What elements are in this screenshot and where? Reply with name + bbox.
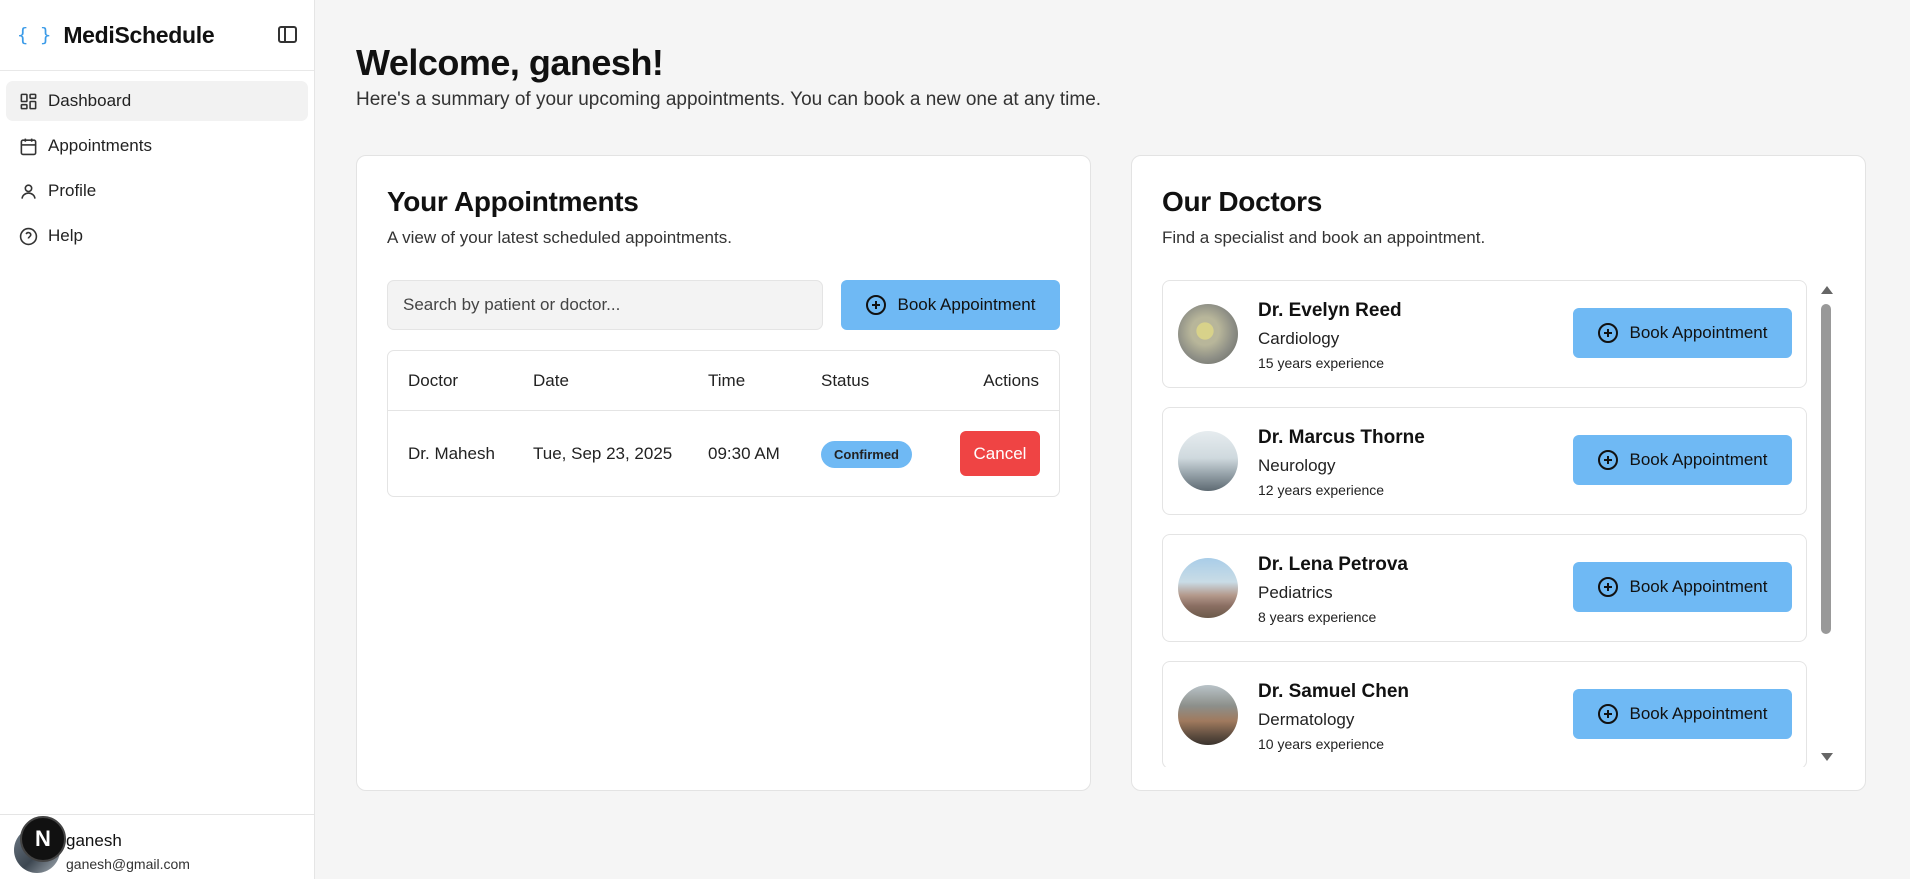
- doctor-avatar: [1178, 558, 1238, 618]
- cell-time: 09:30 AM: [708, 444, 780, 463]
- brand-header: { } MediSchedule: [0, 0, 314, 71]
- doctor-avatar: [1178, 304, 1238, 364]
- scroll-up-arrow-icon[interactable]: [1821, 286, 1833, 294]
- appointments-subtitle: A view of your latest scheduled appointm…: [387, 228, 732, 247]
- column-header-doctor: Doctor: [408, 371, 459, 390]
- table-header: Doctor Date Time Status Actions: [388, 351, 1059, 411]
- doctor-avatar: [1178, 431, 1238, 491]
- book-appointment-label: Book Appointment: [1629, 577, 1768, 596]
- sidebar-toggle-icon[interactable]: [278, 26, 297, 43]
- book-appointment-label: Book Appointment: [897, 295, 1036, 314]
- book-appointment-button[interactable]: Book Appointment: [1573, 435, 1792, 485]
- brand-logo-icon: { }: [17, 24, 52, 46]
- user-profile[interactable]: N ganesh ganesh@gmail.com: [0, 814, 314, 879]
- calendar-icon: [18, 136, 38, 156]
- doctors-title: Our Doctors: [1162, 186, 1323, 217]
- plus-circle-icon: [1597, 323, 1618, 343]
- doctors-scrollbar[interactable]: [1819, 280, 1833, 767]
- doctor-card-samuel-chen: Dr. Samuel Chen Dermatology 10 years exp…: [1162, 661, 1807, 767]
- book-appointment-label: Book Appointment: [1629, 704, 1768, 723]
- doctor-card-lena-petrova: Dr. Lena Petrova Pediatrics 8 years expe…: [1162, 534, 1807, 642]
- user-name: ganesh: [66, 831, 122, 850]
- doctors-list: Dr. Evelyn Reed Cardiology 15 years expe…: [1162, 280, 1807, 767]
- doctors-subtitle: Find a specialist and book an appointmen…: [1162, 228, 1486, 247]
- doctor-avatar: [1178, 685, 1238, 745]
- user-icon: [18, 181, 38, 201]
- user-initial-badge: N: [20, 816, 66, 862]
- plus-circle-icon: [1597, 704, 1618, 724]
- sidebar-item-appointments[interactable]: Appointments: [6, 126, 308, 166]
- book-appointment-label: Book Appointment: [1629, 450, 1768, 469]
- sidebar: { } MediSchedule Dashboard Appointments …: [0, 0, 315, 879]
- doctor-experience: 10 years experience: [1258, 736, 1385, 752]
- sidebar-item-label: Dashboard: [48, 91, 132, 110]
- plus-circle-icon: [1597, 450, 1618, 470]
- page-subtitle: Here's a summary of your upcoming appoin…: [356, 89, 1102, 110]
- doctor-card-marcus-thorne: Dr. Marcus Thorne Neurology 12 years exp…: [1162, 407, 1807, 515]
- app-title: MediSchedule: [63, 21, 215, 48]
- column-header-actions: Actions: [983, 371, 1039, 390]
- doctor-specialty: Cardiology: [1258, 329, 1340, 348]
- doctor-experience: 8 years experience: [1258, 609, 1377, 625]
- main-content: Welcome, ganesh! Here's a summary of you…: [316, 0, 1910, 879]
- doctors-card: Our Doctors Find a specialist and book a…: [1131, 155, 1866, 791]
- sidebar-nav: Dashboard Appointments Profile Help: [0, 71, 314, 271]
- book-appointment-button[interactable]: Book Appointment: [1573, 562, 1792, 612]
- scrollbar-thumb[interactable]: [1821, 304, 1831, 634]
- doctor-experience: 12 years experience: [1258, 482, 1385, 498]
- doctor-specialty: Pediatrics: [1258, 583, 1333, 602]
- appointments-title: Your Appointments: [387, 186, 639, 217]
- book-appointment-button[interactable]: Book Appointment: [1573, 689, 1792, 739]
- table-row: Dr. Mahesh Tue, Sep 23, 2025 09:30 AM Co…: [388, 411, 1059, 497]
- scroll-down-arrow-icon[interactable]: [1821, 753, 1833, 761]
- page-title: Welcome, ganesh!: [356, 42, 664, 83]
- cell-date: Tue, Sep 23, 2025: [533, 444, 673, 463]
- column-header-date: Date: [533, 371, 569, 390]
- appointments-card: Your Appointments A view of your latest …: [356, 155, 1091, 791]
- status-badge: Confirmed: [821, 441, 912, 468]
- sidebar-item-dashboard[interactable]: Dashboard: [6, 81, 308, 121]
- column-header-status: Status: [821, 371, 870, 390]
- column-header-time: Time: [708, 371, 746, 390]
- doctor-specialty: Neurology: [1258, 456, 1336, 475]
- doctor-name: Dr. Marcus Thorne: [1258, 427, 1425, 448]
- plus-circle-icon: [1597, 577, 1618, 597]
- help-circle-icon: [18, 226, 38, 246]
- sidebar-item-label: Help: [48, 226, 83, 245]
- doctor-card-evelyn-reed: Dr. Evelyn Reed Cardiology 15 years expe…: [1162, 280, 1807, 388]
- dashboard-icon: [18, 91, 38, 111]
- doctor-experience: 15 years experience: [1258, 355, 1385, 371]
- plus-circle-icon: [865, 295, 886, 315]
- doctor-name: Dr. Evelyn Reed: [1258, 300, 1402, 321]
- sidebar-item-help[interactable]: Help: [6, 216, 308, 256]
- doctor-specialty: Dermatology: [1258, 710, 1355, 729]
- appointments-table: Doctor Date Time Status Actions Dr. Mahe…: [387, 350, 1060, 497]
- book-appointment-button[interactable]: Book Appointment: [841, 280, 1060, 330]
- sidebar-item-label: Appointments: [48, 136, 152, 155]
- search-input[interactable]: [387, 280, 823, 330]
- sidebar-item-label: Profile: [48, 181, 97, 200]
- sidebar-item-profile[interactable]: Profile: [6, 171, 308, 211]
- book-appointment-label: Book Appointment: [1629, 323, 1768, 342]
- cancel-button[interactable]: Cancel: [960, 431, 1040, 476]
- book-appointment-button[interactable]: Book Appointment: [1573, 308, 1792, 358]
- cell-doctor: Dr. Mahesh: [408, 444, 495, 463]
- doctor-name: Dr. Lena Petrova: [1258, 554, 1408, 575]
- doctor-name: Dr. Samuel Chen: [1258, 681, 1409, 702]
- user-email: ganesh@gmail.com: [66, 856, 190, 872]
